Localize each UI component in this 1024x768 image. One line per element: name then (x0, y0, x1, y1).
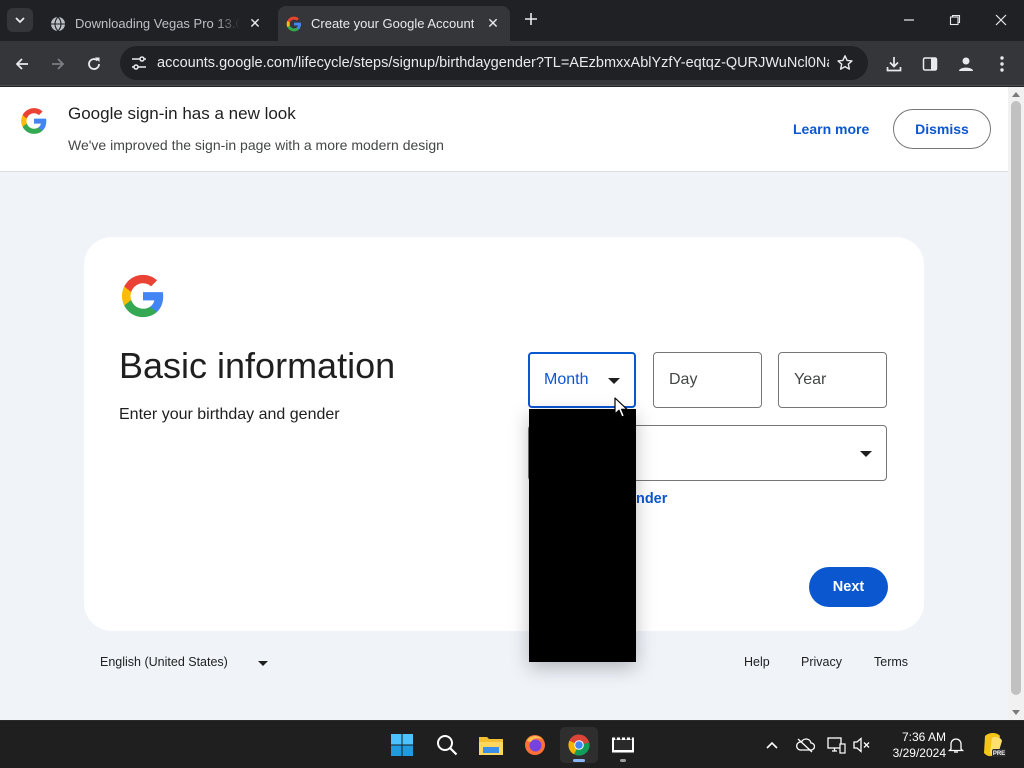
taskbar-firefox[interactable] (516, 727, 554, 763)
dismiss-button[interactable]: Dismiss (893, 109, 991, 149)
copilot-preview-button[interactable]: PRE (978, 733, 1008, 757)
chevron-down-icon (15, 17, 25, 24)
help-link[interactable]: Help (744, 655, 770, 669)
restore-icon (949, 14, 961, 26)
site-settings-icon[interactable] (130, 55, 148, 71)
tab-strip: Downloading Vegas Pro 13.0 Bu ✕ Create y… (0, 0, 1024, 41)
network-tray-icon[interactable] (824, 733, 848, 757)
bell-icon (947, 738, 965, 753)
tab-create-google-account[interactable]: Create your Google Account ✕ (278, 6, 510, 41)
tab-title: Create your Google Account (311, 16, 475, 31)
url-text[interactable]: accounts.google.com/lifecycle/steps/sign… (157, 55, 829, 71)
new-tab-button[interactable] (520, 10, 542, 30)
chevron-up-icon (766, 741, 778, 749)
globe-icon (50, 16, 66, 32)
signup-card: Basic information Enter your birthday an… (84, 237, 924, 631)
clock-date: 3/29/2024 (892, 746, 946, 760)
close-icon (995, 14, 1007, 26)
notifications-button[interactable] (944, 733, 968, 757)
tab-title: Downloading Vegas Pro 13.0 Bu (75, 16, 240, 31)
page-subtitle: Enter your birthday and gender (119, 406, 340, 423)
scrollbar-thumb[interactable] (1011, 101, 1021, 695)
close-tab-icon[interactable]: ✕ (246, 14, 264, 32)
firefox-icon (525, 735, 545, 755)
scroll-up-arrow-icon[interactable] (1012, 92, 1020, 97)
taskbar-search-button[interactable] (428, 727, 466, 763)
tab-search-button[interactable] (7, 8, 33, 32)
minimize-button[interactable] (886, 0, 932, 40)
more-vert-icon (1000, 56, 1004, 72)
year-placeholder: Year (794, 371, 827, 388)
profile-icon (959, 57, 973, 71)
next-button[interactable]: Next (809, 567, 888, 607)
signin-new-look-banner: Google sign-in has a new look We've impr… (0, 87, 1008, 172)
page-scrollbar[interactable] (1008, 87, 1024, 720)
profile-button[interactable] (954, 52, 978, 76)
day-input[interactable]: Day (653, 352, 762, 408)
side-panel-button[interactable] (918, 52, 942, 76)
reload-button[interactable] (82, 52, 106, 76)
search-icon (437, 735, 458, 756)
restore-button[interactable] (932, 0, 978, 40)
google-g-icon (286, 16, 302, 32)
svg-text:PRE: PRE (993, 751, 1005, 757)
day-placeholder: Day (669, 371, 698, 388)
close-window-button[interactable] (978, 0, 1024, 40)
language-select[interactable]: English (United States) (100, 655, 268, 669)
google-g-logo-icon (120, 273, 166, 324)
arrow-left-icon (15, 58, 28, 70)
downloads-button[interactable] (882, 52, 906, 76)
dropdown-arrow-icon (258, 661, 268, 666)
month-dropdown-list[interactable] (529, 409, 636, 662)
bookmark-star-icon[interactable] (836, 54, 854, 77)
mouse-cursor-icon (614, 397, 628, 418)
taskbar-video-editor[interactable] (604, 727, 642, 763)
banner-subtitle: We've improved the sign-in page with a m… (68, 137, 444, 153)
minimize-icon (904, 19, 914, 21)
taskbar-clock[interactable]: 7:36 AM 3/29/2024 (880, 729, 946, 761)
back-button[interactable] (10, 52, 34, 76)
file-explorer-icon (479, 737, 503, 755)
show-hidden-icons-button[interactable] (760, 733, 784, 757)
copilot-icon: PRE (984, 733, 1006, 757)
google-g-icon (20, 107, 48, 140)
reload-icon (88, 57, 100, 70)
video-editor-icon (612, 736, 634, 754)
privacy-link[interactable]: Privacy (801, 655, 842, 669)
terms-link[interactable]: Terms (874, 655, 908, 669)
month-select-label: Month (544, 371, 589, 388)
clock-time: 7:36 AM (901, 730, 946, 744)
dropdown-arrow-icon (860, 451, 872, 457)
taskbar-file-explorer[interactable] (472, 727, 510, 763)
arrow-right-icon (52, 58, 65, 70)
browser-toolbar: accounts.google.com/lifecycle/steps/sign… (0, 41, 1024, 86)
dropdown-arrow-icon (608, 378, 620, 384)
windows-start-button[interactable] (383, 727, 421, 763)
page-title: Basic information (119, 345, 396, 386)
volume-muted-tray-icon[interactable] (850, 733, 874, 757)
download-icon (886, 57, 902, 72)
plus-icon (525, 13, 537, 25)
close-tab-icon[interactable]: ✕ (484, 14, 502, 32)
onedrive-tray-icon[interactable] (793, 733, 817, 757)
tab-downloading-vegas[interactable]: Downloading Vegas Pro 13.0 Bu ✕ (40, 6, 272, 41)
active-app-indicator (573, 759, 585, 762)
year-input[interactable]: Year (778, 352, 887, 408)
running-app-indicator (620, 759, 626, 762)
banner-title: Google sign-in has a new look (68, 104, 296, 123)
language-label: English (United States) (100, 655, 228, 669)
windows-taskbar: 7:36 AM 3/29/2024 PRE (0, 720, 1024, 768)
windows-start-icon (391, 734, 413, 756)
forward-button[interactable] (46, 52, 70, 76)
taskbar-chrome[interactable] (560, 727, 598, 763)
side-panel-icon (922, 57, 938, 71)
learn-more-link[interactable]: Learn more (793, 121, 869, 137)
chrome-icon (568, 734, 590, 756)
chrome-menu-button[interactable] (990, 52, 1014, 76)
page-viewport: Google sign-in has a new look We've impr… (0, 87, 1008, 720)
address-bar[interactable]: accounts.google.com/lifecycle/steps/sign… (120, 46, 868, 80)
scroll-down-arrow-icon[interactable] (1012, 710, 1020, 715)
